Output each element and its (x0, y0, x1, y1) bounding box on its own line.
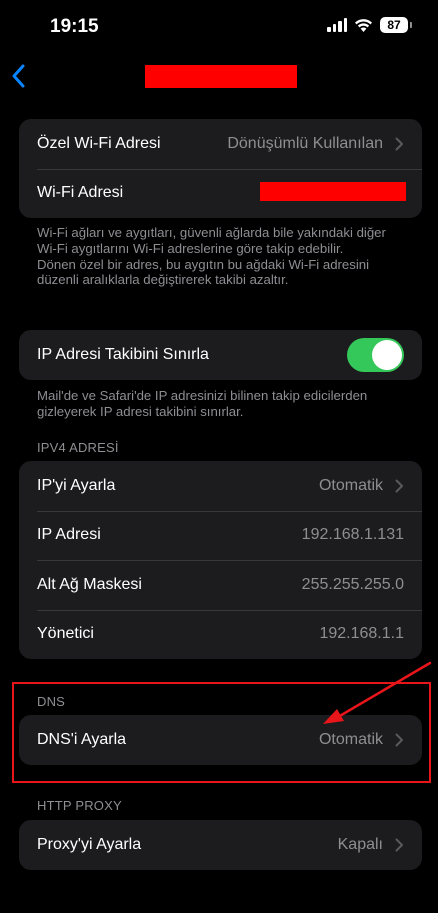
configure-proxy-row[interactable]: Proxy'yi Ayarla Kapalı (19, 820, 422, 870)
configure-proxy-label: Proxy'yi Ayarla (37, 835, 142, 853)
private-wifi-address-label: Özel Wi-Fi Adresi (37, 134, 161, 152)
private-wifi-address-row[interactable]: Özel Wi-Fi Adresi Dönüşümlü Kullanılan (19, 119, 422, 169)
status-time: 19:15 (50, 16, 99, 37)
private-wifi-address-value: Dönüşümlü Kullanılan (227, 134, 383, 152)
dns-highlight-box (12, 682, 431, 783)
ipv4-section-header: IPV4 ADRESİ (37, 440, 119, 455)
chevron-left-icon (12, 64, 25, 88)
limit-ip-tracking-row: IP Adresi Takibini Sınırla (19, 330, 422, 380)
chevron-right-icon (395, 838, 403, 852)
redacted-wifi-address (260, 182, 406, 201)
ip-address-value: 192.168.1.131 (301, 526, 404, 544)
ipv4-card: IP'yi Ayarla Otomatik IP Adresi 192.168.… (19, 461, 422, 659)
limit-ip-tracking-toggle[interactable] (347, 337, 404, 372)
limit-ip-tracking-label: IP Adresi Takibini Sınırla (37, 345, 209, 363)
ip-address-row: IP Adresi 192.168.1.131 (19, 510, 422, 561)
router-value: 192.168.1.1 (319, 625, 404, 643)
cellular-signal-icon (327, 18, 347, 32)
wifi-icon (355, 19, 372, 32)
router-row: Yönetici 192.168.1.1 (19, 609, 422, 660)
navigation-bar (0, 56, 438, 100)
wifi-address-note: Wi-Fi ağları ve aygıtları, güvenli ağlar… (37, 225, 386, 288)
subnet-mask-label: Alt Ağ Maskesi (37, 575, 142, 593)
subnet-mask-row: Alt Ağ Maskesi 255.255.255.0 (19, 560, 422, 610)
http-proxy-section-header: HTTP PROXY (37, 798, 122, 813)
toggle-knob (372, 339, 402, 370)
http-proxy-card: Proxy'yi Ayarla Kapalı (19, 820, 422, 870)
status-bar: 19:15 87 (0, 0, 438, 56)
ip-tracking-note: Mail'de ve Safari'de IP adresinizi bilin… (37, 388, 368, 419)
ip-address-label: IP Adresi (37, 526, 101, 544)
router-label: Yönetici (37, 625, 94, 643)
configure-ip-value: Otomatik (318, 476, 383, 494)
wifi-address-card: Özel Wi-Fi Adresi Dönüşümlü Kullanılan W… (19, 119, 422, 218)
configure-ip-row[interactable]: IP'yi Ayarla Otomatik (19, 461, 422, 511)
subnet-mask-value: 255.255.255.0 (301, 575, 404, 593)
chevron-right-icon (395, 137, 403, 151)
ip-tracking-card: IP Adresi Takibini Sınırla (19, 330, 422, 380)
redacted-network-name (145, 65, 297, 88)
status-icons: 87 (327, 17, 412, 33)
configure-proxy-value: Kapalı (337, 835, 383, 853)
configure-ip-label: IP'yi Ayarla (37, 476, 116, 494)
battery-indicator: 87 (380, 17, 412, 33)
back-button[interactable] (8, 62, 32, 90)
chevron-right-icon (395, 479, 403, 493)
